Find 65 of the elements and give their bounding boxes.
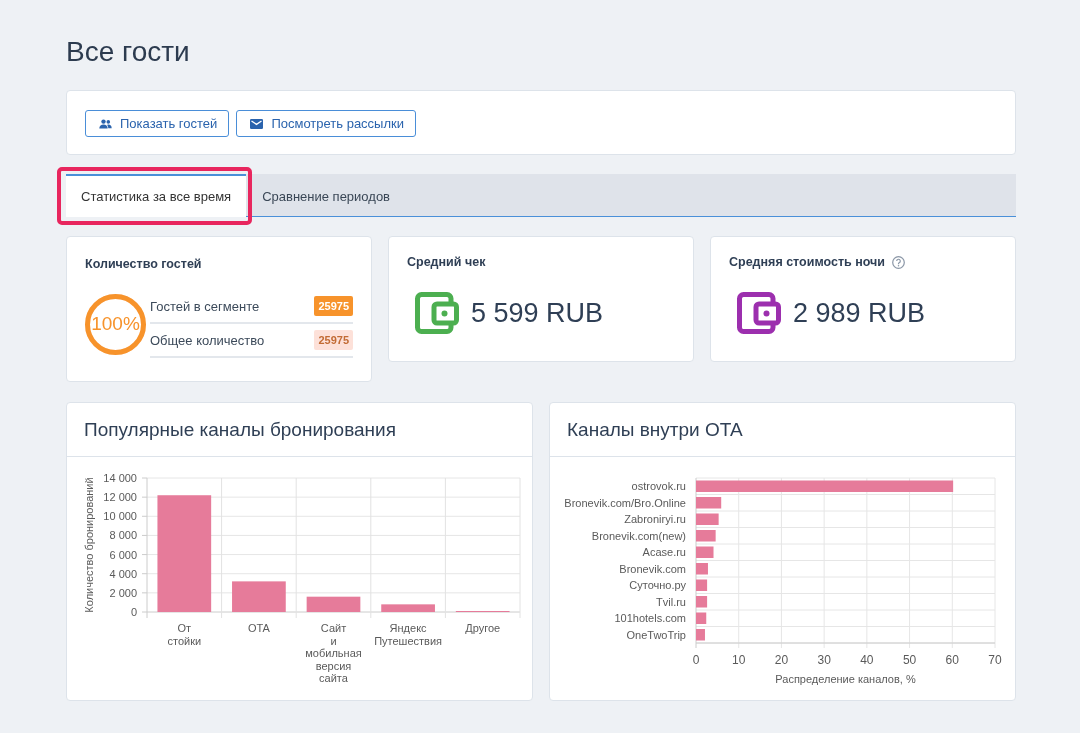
bar <box>381 604 435 612</box>
help-icon[interactable] <box>892 255 905 269</box>
category-label: Bronevik.com <box>619 562 686 575</box>
category-label: Bronevik.com(new) <box>591 529 686 542</box>
bar <box>696 497 722 509</box>
tick-label: 0 <box>692 653 700 667</box>
tick-label: 8 000 <box>109 529 137 542</box>
bar <box>696 530 716 542</box>
tick-label: 0 <box>130 606 137 618</box>
bar <box>696 629 705 641</box>
tab[interactable]: Статистика за все время <box>66 174 247 217</box>
category-label: Zabroniryi.ru <box>624 513 686 526</box>
count-badge: 25975 <box>314 296 353 316</box>
people-icon <box>99 118 112 129</box>
axis-title: Количество бронирований <box>83 477 95 613</box>
bar <box>696 513 719 525</box>
bar <box>696 612 707 624</box>
category-label: Сайт и мобильная версия сайта <box>305 622 362 684</box>
tick-label: 10 000 <box>103 510 137 523</box>
tick-label: 60 <box>945 653 959 667</box>
row-label: Гостей в сегменте <box>150 298 260 314</box>
category-label: Tvil.ru <box>656 595 686 608</box>
tick-label: 20 <box>774 653 789 667</box>
bar <box>232 581 286 612</box>
category-label: Другое <box>465 622 501 634</box>
mail-icon <box>250 118 264 129</box>
bar <box>696 596 708 608</box>
count-badge: 25975 <box>314 330 353 350</box>
tick-label: 40 <box>860 653 874 667</box>
card-title: Средний чек <box>407 254 486 270</box>
panel-title: Популярные каналы бронирования <box>84 418 396 441</box>
metric-value: 5 599 RUB <box>471 297 604 329</box>
bar <box>696 563 708 575</box>
category-label: OTA <box>248 622 270 634</box>
page-title: Все гости <box>66 35 191 69</box>
tick-label: 70 <box>988 653 1002 667</box>
category-label: Суточно.ру <box>629 579 686 592</box>
action-button[interactable]: Посмотреть рассылки <box>236 110 416 137</box>
tab[interactable]: Сравнение периодов <box>252 174 400 216</box>
bar <box>696 546 714 558</box>
card-title: Средняя стоимость ночи <box>729 254 885 270</box>
category-label: Bronevik.com/Bro.Online <box>564 496 686 509</box>
bar <box>306 596 361 612</box>
category-label: Яндекс Путешествия <box>374 622 443 647</box>
tick-label: 50 <box>902 653 917 667</box>
action-button[interactable]: Показать гостей <box>85 110 230 137</box>
metric-value: 2 989 RUB <box>793 297 926 329</box>
tick-label: 12 000 <box>103 491 137 504</box>
category-label: 101hotels.com <box>614 612 686 625</box>
panel-title: Каналы внутри OTA <box>567 418 743 441</box>
tick-label: 6 000 <box>109 548 137 561</box>
card-title: Количество гостей <box>85 256 202 272</box>
category-label: OneTwoTrip <box>626 628 686 641</box>
row-label: Общее количество <box>150 332 265 348</box>
axis-title: Распределение каналов, % <box>775 673 916 685</box>
bar <box>696 579 708 591</box>
percent-label: 100% <box>91 313 140 335</box>
tick-label: 2 000 <box>109 586 137 599</box>
tick-label: 30 <box>817 653 831 667</box>
tick-label: 4 000 <box>109 567 137 580</box>
category-label: От стойки <box>167 622 202 647</box>
category-label: ostrovok.ru <box>631 480 686 493</box>
tick-label: 10 <box>732 653 746 667</box>
tick-label: 14 000 <box>103 472 137 484</box>
category-label: Acase.ru <box>642 546 686 559</box>
